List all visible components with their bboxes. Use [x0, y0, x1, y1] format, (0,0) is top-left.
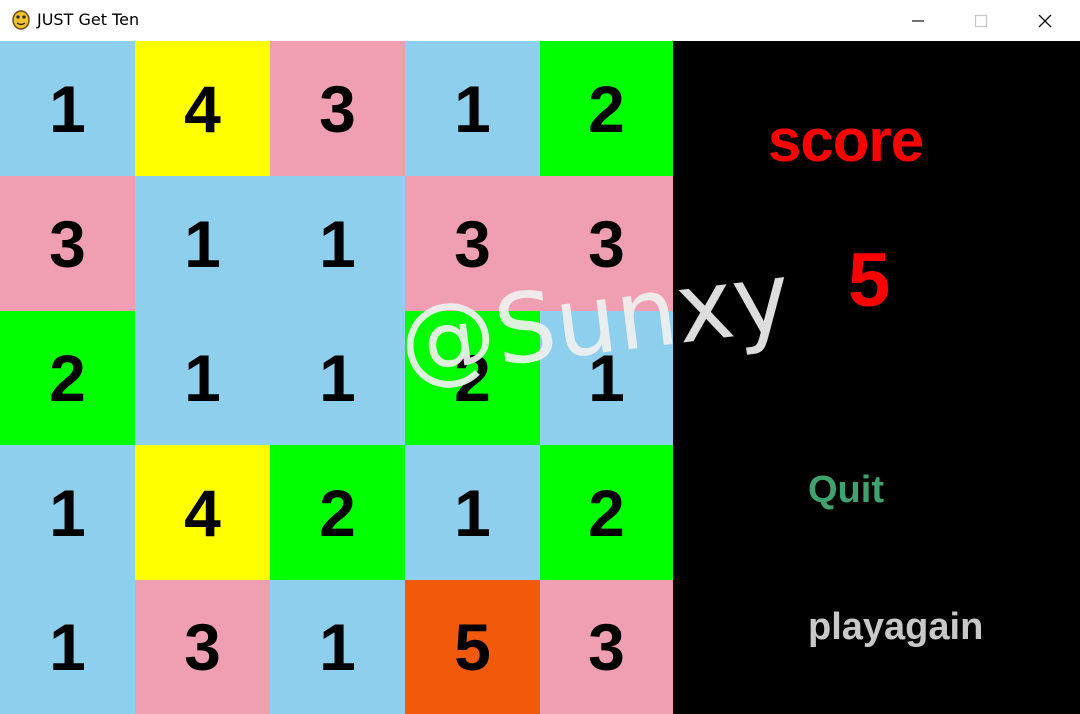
close-button[interactable] [1013, 0, 1076, 41]
tile[interactable]: 2 [270, 445, 405, 580]
tile[interactable]: 1 [270, 176, 405, 311]
title-bar: JUST Get Ten [0, 0, 1080, 41]
tile[interactable]: 1 [405, 445, 540, 580]
tile[interactable]: 1 [135, 176, 270, 311]
maximize-icon [974, 14, 987, 27]
tile[interactable]: 1 [0, 580, 135, 714]
score-label: score [768, 107, 924, 174]
quit-button[interactable]: Quit [808, 469, 884, 512]
tile[interactable]: 1 [270, 311, 405, 445]
tile[interactable]: 3 [0, 176, 135, 311]
tile[interactable]: 4 [135, 445, 270, 580]
tile[interactable]: 1 [540, 311, 673, 445]
window-title: JUST Get Ten [37, 10, 140, 29]
app-icon [12, 10, 30, 30]
tile[interactable]: 3 [540, 580, 673, 714]
minimize-icon [911, 19, 924, 22]
maximize-button[interactable] [949, 0, 1012, 41]
game-board: 1 4 3 1 2 3 1 1 3 3 2 1 1 2 1 1 4 2 1 2 … [0, 41, 673, 714]
close-icon [1038, 14, 1051, 27]
tile[interactable]: 1 [405, 41, 540, 176]
tile[interactable]: 5 [405, 580, 540, 714]
tile[interactable]: 1 [270, 580, 405, 714]
tile[interactable]: 2 [540, 445, 673, 580]
score-value: 5 [848, 238, 891, 323]
tile[interactable]: 1 [0, 445, 135, 580]
minimize-button[interactable] [886, 0, 949, 41]
side-panel: score 5 Quit playagain [673, 41, 1080, 714]
tile[interactable]: 3 [405, 176, 540, 311]
tile[interactable]: 3 [270, 41, 405, 176]
tile[interactable]: 4 [135, 41, 270, 176]
tile[interactable]: 3 [135, 580, 270, 714]
tile[interactable]: 2 [405, 311, 540, 445]
tile[interactable]: 1 [135, 311, 270, 445]
play-again-button[interactable]: playagain [808, 606, 983, 649]
tile[interactable]: 3 [540, 176, 673, 311]
tile[interactable]: 2 [540, 41, 673, 176]
tile[interactable]: 1 [0, 41, 135, 176]
tile[interactable]: 2 [0, 311, 135, 445]
